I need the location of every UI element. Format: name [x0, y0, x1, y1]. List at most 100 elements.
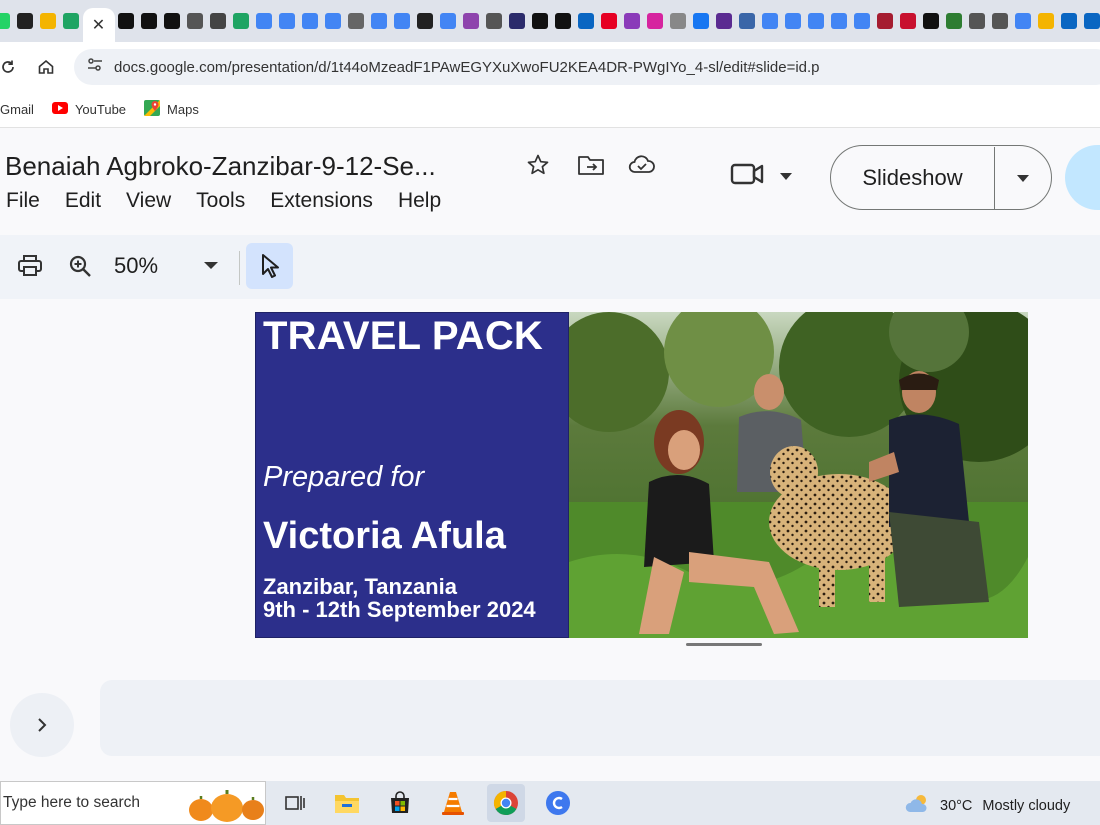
meet-button[interactable]	[728, 159, 792, 194]
menu-edit[interactable]: Edit	[65, 189, 101, 213]
zoom-level[interactable]: 50%	[114, 253, 158, 279]
home-icon[interactable]	[29, 50, 63, 84]
select-tool-button[interactable]	[246, 243, 293, 289]
site-info-icon[interactable]	[86, 56, 106, 78]
crown-icon[interactable]	[164, 13, 180, 29]
prepared-for-text[interactable]: Prepared for	[263, 461, 424, 494]
globe-icon[interactable]	[486, 13, 502, 29]
chat-icon[interactable]	[670, 13, 686, 29]
slideshow-button[interactable]: Slideshow	[831, 146, 995, 209]
chevron-down-icon	[1017, 174, 1029, 182]
openai-icon[interactable]	[348, 13, 364, 29]
menu-tools[interactable]: Tools	[196, 189, 245, 213]
google-icon[interactable]	[808, 13, 824, 29]
threads-icon[interactable]	[624, 13, 640, 29]
chart-icon[interactable]	[946, 13, 962, 29]
linkedin-icon[interactable]	[578, 13, 594, 29]
zoom-icon[interactable]	[68, 254, 92, 284]
address-bar[interactable]: docs.google.com/presentation/d/1t44oMzea…	[74, 49, 1100, 85]
menu-file[interactable]: File	[6, 189, 40, 213]
canva-icon[interactable]	[544, 789, 572, 817]
docs-icon[interactable]	[256, 13, 272, 29]
telegram-icon[interactable]	[739, 13, 755, 29]
active-tab[interactable]: ✕	[82, 8, 115, 42]
slides-icon[interactable]	[40, 13, 56, 29]
url-text[interactable]: docs.google.com/presentation/d/1t44oMzea…	[114, 59, 820, 76]
google-icon[interactable]	[762, 13, 778, 29]
expand-panel-button[interactable]	[10, 693, 74, 757]
share-button[interactable]	[1065, 145, 1100, 210]
docs-icon[interactable]	[394, 13, 410, 29]
slide[interactable]: TRAVEL PACK Prepared for Victoria Afula …	[255, 312, 1028, 638]
google-icon[interactable]	[785, 13, 801, 29]
safari-photo[interactable]	[569, 312, 1028, 638]
slide-canvas: TRAVEL PACK Prepared for Victoria Afula …	[0, 299, 1100, 781]
microsoft-store-icon[interactable]	[386, 789, 414, 817]
reload-icon[interactable]	[0, 50, 16, 84]
harvard-icon[interactable]	[877, 13, 893, 29]
print-icon[interactable]	[17, 254, 43, 284]
m-icon[interactable]	[417, 13, 433, 29]
menu-extensions[interactable]: Extensions	[270, 189, 373, 213]
docs-icon[interactable]	[371, 13, 387, 29]
file-explorer-icon[interactable]	[333, 789, 361, 817]
weather-widget[interactable]: 30°C Mostly cloudy	[904, 793, 1070, 819]
move-to-folder-icon[interactable]	[577, 153, 605, 183]
globe-icon[interactable]	[992, 13, 1008, 29]
h-icon[interactable]	[716, 13, 732, 29]
close-icon[interactable]: ✕	[92, 15, 105, 35]
google-icon[interactable]	[854, 13, 870, 29]
note-icon[interactable]	[1038, 13, 1054, 29]
document-title[interactable]: Benaiah Agbroko-Zanzibar-9-12-Se...	[5, 151, 436, 182]
drive-icon[interactable]	[63, 13, 79, 29]
vlc-icon[interactable]	[439, 789, 467, 817]
pinterest-icon[interactable]	[601, 13, 617, 29]
tab-strip: ✕	[0, 0, 1100, 42]
c-icon[interactable]	[17, 13, 33, 29]
resize-handle[interactable]	[686, 643, 762, 646]
calendar-icon[interactable]	[1015, 13, 1031, 29]
bookmarks-bar: Gmail YouTube Maps	[0, 92, 1100, 128]
task-view-icon[interactable]	[281, 789, 309, 817]
upwork-icon[interactable]	[532, 13, 548, 29]
crown-icon[interactable]	[141, 13, 157, 29]
google-icon[interactable]	[831, 13, 847, 29]
google-icon[interactable]	[440, 13, 456, 29]
globe-icon[interactable]	[187, 13, 203, 29]
facebook-icon[interactable]	[693, 13, 709, 29]
d-icon[interactable]	[509, 13, 525, 29]
n-icon[interactable]	[923, 13, 939, 29]
bookmark-youtube[interactable]: YouTube	[51, 102, 126, 117]
editor-toolbar: 50%	[0, 235, 1100, 299]
whatsapp-icon[interactable]	[0, 13, 10, 29]
trip-details[interactable]: Zanzibar, Tanzania 9th - 12th September …	[263, 575, 536, 621]
bookmark-maps[interactable]: Maps	[144, 100, 199, 119]
drive-icon[interactable]	[233, 13, 249, 29]
docs-icon[interactable]	[279, 13, 295, 29]
acca-icon[interactable]	[900, 13, 916, 29]
cloud-saved-icon[interactable]	[627, 153, 657, 183]
chrome-icon[interactable]	[487, 784, 525, 822]
chevron-down-icon[interactable]	[204, 259, 218, 273]
client-name[interactable]: Victoria Afula	[263, 515, 506, 558]
instagram-icon[interactable]	[647, 13, 663, 29]
globe-icon[interactable]	[969, 13, 985, 29]
menu-help[interactable]: Help	[398, 189, 441, 213]
maps-icon	[144, 100, 161, 119]
slideshow-options-button[interactable]	[995, 170, 1051, 186]
speaker-notes-area[interactable]	[100, 680, 1100, 756]
upwork-icon[interactable]	[555, 13, 571, 29]
menu-view[interactable]: View	[126, 189, 171, 213]
linkedin-icon[interactable]	[1084, 13, 1100, 29]
taskbar-search[interactable]: Type here to search	[0, 781, 266, 825]
docs-icon[interactable]	[325, 13, 341, 29]
title-panel: TRAVEL PACK Prepared for Victoria Afula …	[255, 312, 569, 638]
gemini-icon[interactable]	[463, 13, 479, 29]
alx-icon[interactable]	[210, 13, 226, 29]
bookmark-gmail[interactable]: Gmail	[0, 102, 34, 117]
slide-heading[interactable]: TRAVEL PACK	[263, 314, 543, 359]
star-icon[interactable]	[526, 153, 550, 183]
crown-icon[interactable]	[118, 13, 134, 29]
linkedin-icon[interactable]	[1061, 13, 1077, 29]
docs-icon[interactable]	[302, 13, 318, 29]
